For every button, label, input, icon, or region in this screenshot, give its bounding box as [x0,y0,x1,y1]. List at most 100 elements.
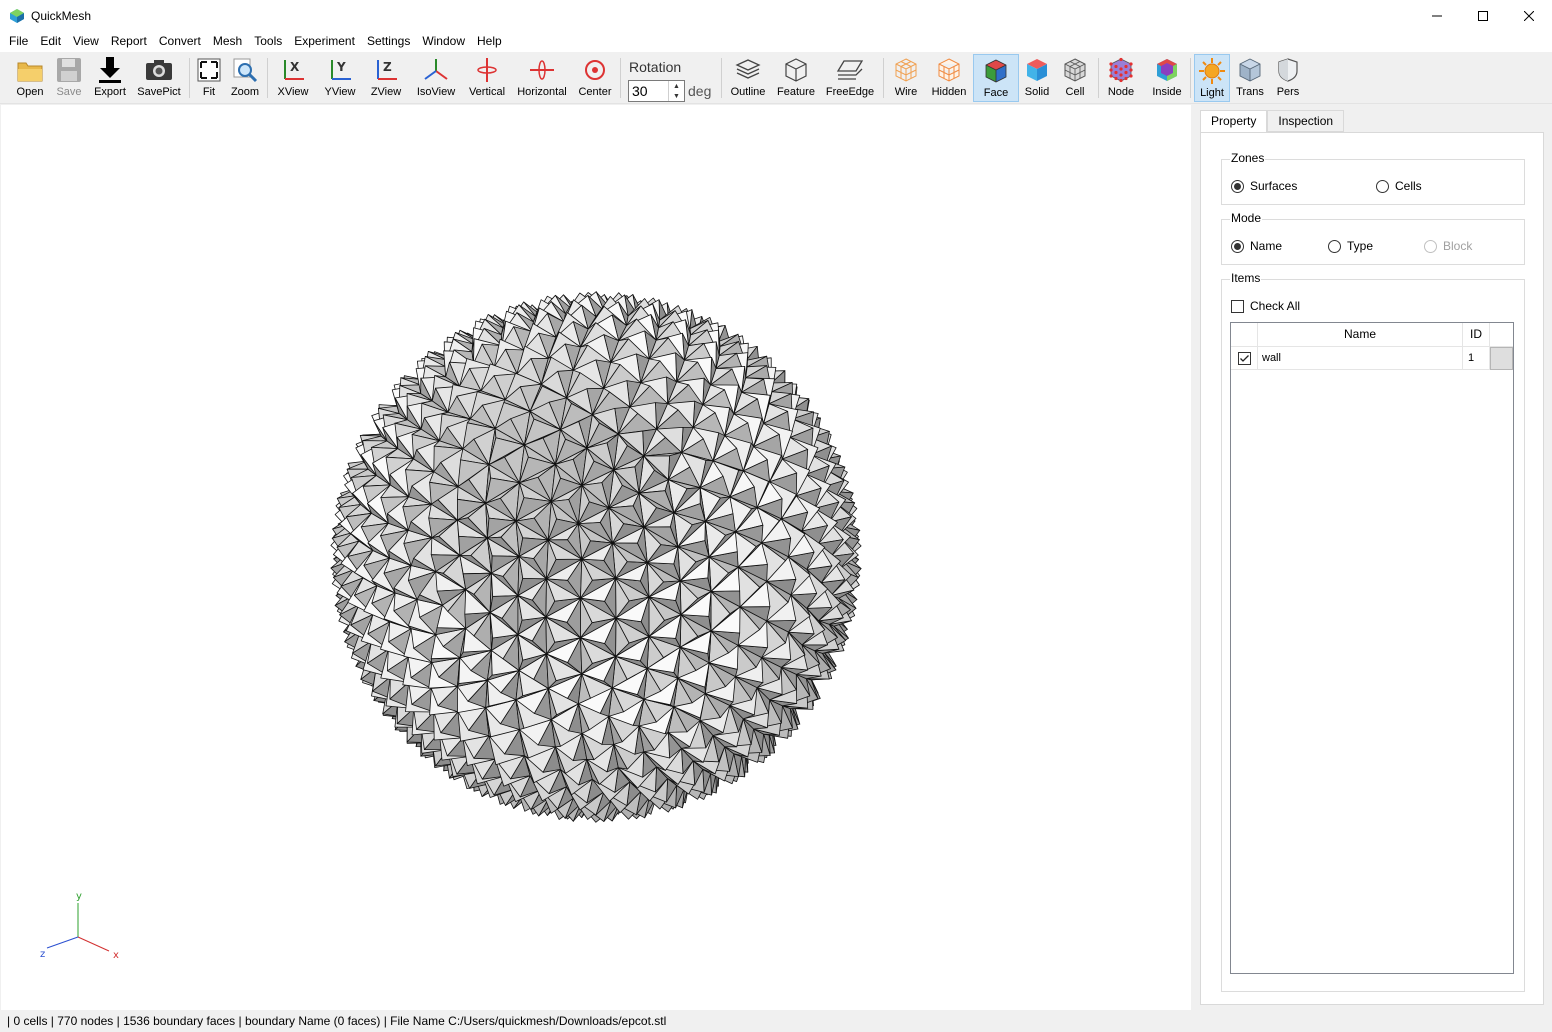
export-button[interactable]: Export [91,54,129,102]
center-button[interactable]: Center [577,54,613,102]
open-button[interactable]: Open [12,54,48,102]
row-id-cell: 1 [1463,347,1490,370]
quickmesh-window: QuickMesh File Edit View Report Convert … [0,0,1552,1032]
inside-hexagon-icon [1157,59,1177,81]
maximize-icon [1478,10,1488,21]
transparent-cube-icon [1239,58,1261,82]
cells-radio[interactable]: Cells [1376,179,1422,193]
status-bar: | 0 cells | 770 nodes | 1536 boundary fa… [0,1010,1552,1032]
save-button[interactable]: Save [51,54,87,102]
axis-z-label: z [40,949,45,960]
z-axis-view-icon: Z [377,60,397,80]
savepict-button[interactable]: SavePict [136,54,182,102]
axis-y-label: y [76,891,82,902]
sun-light-icon [1199,58,1225,84]
mode-group: Mode Name Type Block [1221,211,1525,265]
surfaces-radio[interactable]: Surfaces [1231,179,1297,193]
light-button[interactable]: Light [1194,54,1230,102]
xview-button[interactable]: X XView [273,54,313,102]
menu-bar: File Edit View Report Convert Mesh Tools… [0,31,1552,52]
wireframe-cube-icon [895,58,917,82]
wire-button[interactable]: Wire [890,54,922,102]
cell-button[interactable]: Cell [1060,54,1090,102]
menu-experiment[interactable]: Experiment [288,31,361,52]
menu-view[interactable]: View [67,31,105,52]
table-header: Name ID [1231,323,1513,347]
menu-help[interactable]: Help [471,31,508,52]
vertical-rotate-button[interactable]: Vertical [466,54,508,102]
mode-name-radio[interactable]: Name [1231,239,1282,253]
title-bar: QuickMesh [0,0,1552,31]
app-logo-icon [10,8,24,23]
row-name-cell: wall [1258,347,1463,370]
inside-button[interactable]: Inside [1148,54,1186,102]
trans-button[interactable]: Trans [1233,54,1267,102]
folder-icon [17,62,43,82]
tab-property[interactable]: Property [1200,110,1268,133]
mode-type-radio[interactable]: Type [1328,239,1373,253]
floppy-disk-icon [57,58,81,82]
window-title: QuickMesh [31,8,92,23]
axis-x-label: x [113,950,119,961]
menu-mesh[interactable]: Mesh [207,31,248,52]
table-row[interactable]: wall 1 [1231,347,1513,370]
face-shaded-cube-icon [985,59,1007,83]
rotation-spinner[interactable]: ▲ ▼ [668,81,684,101]
menu-edit[interactable]: Edit [34,31,67,52]
rotation-label: Rotation [629,59,682,75]
rotation-unit: deg [688,83,712,99]
checkmark-icon [1237,352,1251,365]
face-button[interactable]: Face [973,54,1019,102]
items-title: Items [1230,271,1262,285]
isometric-view-icon [424,59,448,80]
hidden-line-cube-icon [938,58,960,82]
outline-button[interactable]: Outline [729,54,767,102]
menu-settings[interactable]: Settings [361,31,416,52]
vertical-rotation-icon [477,58,497,82]
check-all-checkbox[interactable]: Check All [1231,299,1300,313]
row-checkbox[interactable] [1231,347,1258,370]
close-button[interactable] [1506,0,1552,31]
node-button[interactable]: Node [1104,54,1138,102]
isoview-button[interactable]: IsoView [414,54,458,102]
svg-text:X: X [290,60,300,74]
fit-button[interactable]: Fit [193,54,225,102]
3d-viewport[interactable]: y x z [1,105,1191,1010]
items-table: Name ID wall 1 [1230,322,1514,974]
zoom-magnifier-icon [233,58,258,83]
zoom-button[interactable]: Zoom [229,54,261,102]
menu-file[interactable]: File [3,31,34,52]
fit-screen-icon [197,58,221,82]
close-icon [1524,10,1534,21]
perspective-shield-icon [1278,58,1298,82]
solid-cube-icon [1027,59,1047,81]
y-axis-view-icon: Y [331,60,351,80]
horizontal-rotate-button[interactable]: Horizontal [515,54,569,102]
outline-layers-icon [735,59,761,79]
menu-tools[interactable]: Tools [248,31,288,52]
spin-down-icon[interactable]: ▼ [669,91,684,101]
zview-button[interactable]: Z ZView [366,54,406,102]
cell-mesh-icon [1064,58,1086,82]
mode-title: Mode [1230,211,1263,225]
feature-button[interactable]: Feature [775,54,817,102]
svg-text:Y: Y [336,60,346,74]
column-name-header[interactable]: Name [1258,323,1463,347]
spin-up-icon[interactable]: ▲ [669,81,684,91]
target-center-icon [585,60,605,80]
row-color-button[interactable] [1490,347,1513,370]
menu-report[interactable]: Report [105,31,153,52]
mode-block-radio: Block [1424,239,1472,253]
hidden-button[interactable]: Hidden [929,54,969,102]
pers-button[interactable]: Pers [1272,54,1304,102]
node-points-icon [1109,57,1133,83]
freeedge-button[interactable]: FreeEdge [824,54,876,102]
menu-convert[interactable]: Convert [153,31,207,52]
menu-window[interactable]: Window [416,31,471,52]
tab-inspection[interactable]: Inspection [1267,110,1345,132]
yview-button[interactable]: Y YView [320,54,360,102]
solid-button[interactable]: Solid [1022,54,1052,102]
column-id-header[interactable]: ID [1463,323,1490,347]
minimize-button[interactable] [1414,0,1460,31]
maximize-button[interactable] [1460,0,1506,31]
